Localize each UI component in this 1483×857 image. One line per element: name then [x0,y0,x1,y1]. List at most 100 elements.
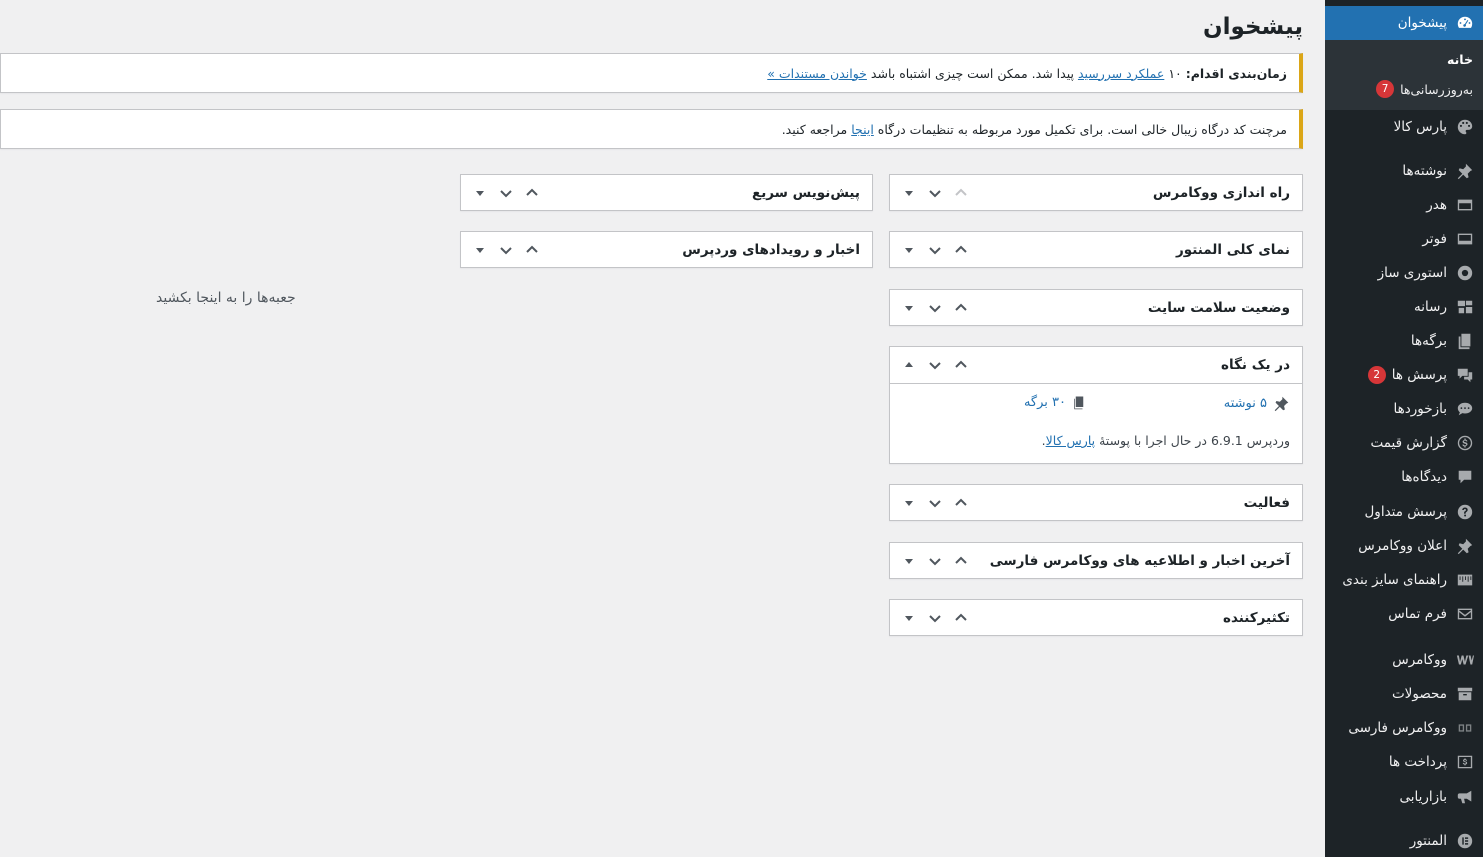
sidebar-item-label: رسانه [1414,299,1447,315]
chevron-up-icon [955,303,967,311]
move-down-button[interactable] [922,237,948,263]
widget-title: آخرین اخبار و اطلاعیه های ووکامرس فارسی [989,553,1290,569]
toggle-panel-button[interactable] [896,180,922,206]
glance-content: ۵ نوشته ۳۰ برگه وردپرس 6.9.1 در حال اجرا… [890,383,1302,463]
archive-icon [1455,684,1475,704]
cron-notice-label: زمان‌بندی اقدام: [1185,65,1287,81]
toggle-panel-button[interactable] [467,237,493,263]
glance-theme-link[interactable]: پارس کالا [1046,433,1095,448]
sidebar-item-pages[interactable]: برگه‌ها [1325,324,1483,358]
move-down-button[interactable] [493,180,519,206]
move-up-button[interactable] [519,237,545,263]
read-docs-link[interactable]: خواندن مستندات » [767,66,867,81]
sidebar-item-feedback[interactable]: بازخوردها [1325,392,1483,426]
sidebar-item-payment[interactable]: پرداخت ها [1325,745,1483,779]
triangle-down-icon [905,248,913,253]
dashboard-submenu: خانه به‌روزرسانی‌ها 7 [1325,40,1483,110]
sidebar-item-footer[interactable]: فوتر [1325,222,1483,256]
move-down-button[interactable] [922,490,948,516]
dashboard-icon [1455,13,1475,33]
glance-pages-link[interactable]: ۳۰ برگه [1024,395,1066,410]
widget-at-a-glance: در یک نگاه ۵ نوشته ۳۰ برگه وردپرس 6.9.1 … [889,346,1303,464]
widget-handles [896,295,974,321]
chevron-up-icon [526,245,538,253]
sidebar-item-label: پارس کالا [1393,119,1447,135]
ruler-icon [1455,570,1475,590]
toggle-panel-button[interactable] [896,548,922,574]
comments-icon [1455,467,1475,487]
sidebar-item-dashboard[interactable]: پیشخوان [1317,6,1483,40]
sidebar-item-archive[interactable]: محصولات [1325,677,1483,711]
pin-icon [1455,161,1475,181]
chevron-up-icon [955,613,967,621]
glance-pages[interactable]: ۳۰ برگه [1024,395,1087,410]
move-down-button[interactable] [922,605,948,631]
glance-wp-version: وردپرس 6.9.1 در حال اجرا با پوستهٔ [1099,433,1290,448]
toggle-panel-button[interactable] [896,352,922,378]
widget-title: راه اندازی ووکامرس [1152,185,1290,201]
toggle-panel-button[interactable] [896,605,922,631]
sidebar-item-media[interactable]: رسانه [1325,290,1483,324]
sidebar-item-comments[interactable]: دیدگاه‌ها [1325,460,1483,494]
move-down-button[interactable] [922,352,948,378]
drop-zone[interactable]: جعبه‌ها را به اینجا بکشید [156,290,296,306]
help-icon [1455,502,1475,522]
gateway-settings-link[interactable]: اینجا [851,122,874,137]
move-down-button[interactable] [922,548,948,574]
move-down-button[interactable] [493,237,519,263]
move-up-button[interactable] [948,548,974,574]
chevron-up-icon [955,556,967,564]
sidebar-item-pin[interactable]: اعلان ووکامرس [1325,529,1483,563]
chevron-down-icon [929,362,941,370]
submenu-updates[interactable]: به‌روزرسانی‌ها 7 [1376,80,1473,98]
triangle-down-icon [905,559,913,564]
sidebar-item-label: نوشته‌ها [1402,163,1447,179]
sidebar-item-label: راهنمای سایز بندی [1342,572,1447,588]
glance-posts-link[interactable]: ۵ نوشته [1224,396,1267,411]
sidebar-item-dollar[interactable]: گزارش قیمت [1325,426,1483,460]
triangle-down-icon [905,191,913,196]
cron-overdue-link[interactable]: عملکرد سررسید [1078,66,1164,81]
toggle-panel-button[interactable] [896,295,922,321]
widget-wp-events: اخبار و رویدادهای وردپرس [460,231,873,268]
sidebar-item-pin[interactable]: نوشته‌ها [1325,154,1483,188]
sidebar-item-help[interactable]: پرسش متداول [1325,495,1483,529]
glance-posts[interactable]: ۵ نوشته [1224,395,1290,412]
widget-title: اخبار و رویدادهای وردپرس [682,242,860,258]
sidebar-item-header[interactable]: هدر [1325,188,1483,222]
move-up-button[interactable] [948,352,974,378]
sidebar-item-questions[interactable]: پرسش ها 2 [1325,358,1483,392]
move-up-button[interactable] [948,237,974,263]
chevron-down-icon [500,247,512,255]
widget-handles [896,237,974,263]
sidebar-item-label: گزارش قیمت [1370,435,1447,451]
toggle-panel-button[interactable] [467,180,493,206]
toggle-panel-button[interactable] [896,490,922,516]
sidebar-item-palette[interactable]: پارس کالا [1325,110,1483,144]
move-up-button[interactable] [948,295,974,321]
toggle-panel-button[interactable] [896,237,922,263]
move-down-button[interactable] [922,180,948,206]
triangle-up-icon [905,362,913,367]
submenu-updates-label: به‌روزرسانی‌ها [1400,81,1473,97]
questions-icon [1455,365,1475,385]
sidebar-item-story[interactable]: استوری ساز [1325,256,1483,290]
sidebar-item-woo[interactable]: ووکامرس [1325,643,1483,677]
sidebar-item-mail[interactable]: فرم تماس [1325,597,1483,631]
submenu-home[interactable]: خانه [1447,52,1473,67]
widget-handles [896,605,974,631]
move-up-button[interactable] [519,180,545,206]
sidebar-item-woo-fa[interactable]: ووکامرس فارسی [1325,711,1483,745]
move-down-button[interactable] [922,295,948,321]
dashboard-content: پیشخوان زمان‌بندی اقدام: ۱۰ عملکرد سررسی… [0,0,1325,857]
sidebar-item-elementor[interactable]: المنتور [1325,824,1483,857]
move-up-button[interactable] [948,605,974,631]
move-up-button[interactable] [948,490,974,516]
pin-icon [1274,396,1289,412]
move-up-button[interactable] [948,180,974,206]
updates-count-badge: 7 [1376,80,1395,98]
sidebar-item-ruler[interactable]: راهنمای سایز بندی [1325,563,1483,597]
cron-warning-notice: زمان‌بندی اقدام: ۱۰ عملکرد سررسید پیدا ش… [0,53,1303,93]
sidebar-item-megaphone[interactable]: بازاریابی [1325,780,1483,814]
widget-title: نمای کلی المنتور [1176,242,1290,258]
